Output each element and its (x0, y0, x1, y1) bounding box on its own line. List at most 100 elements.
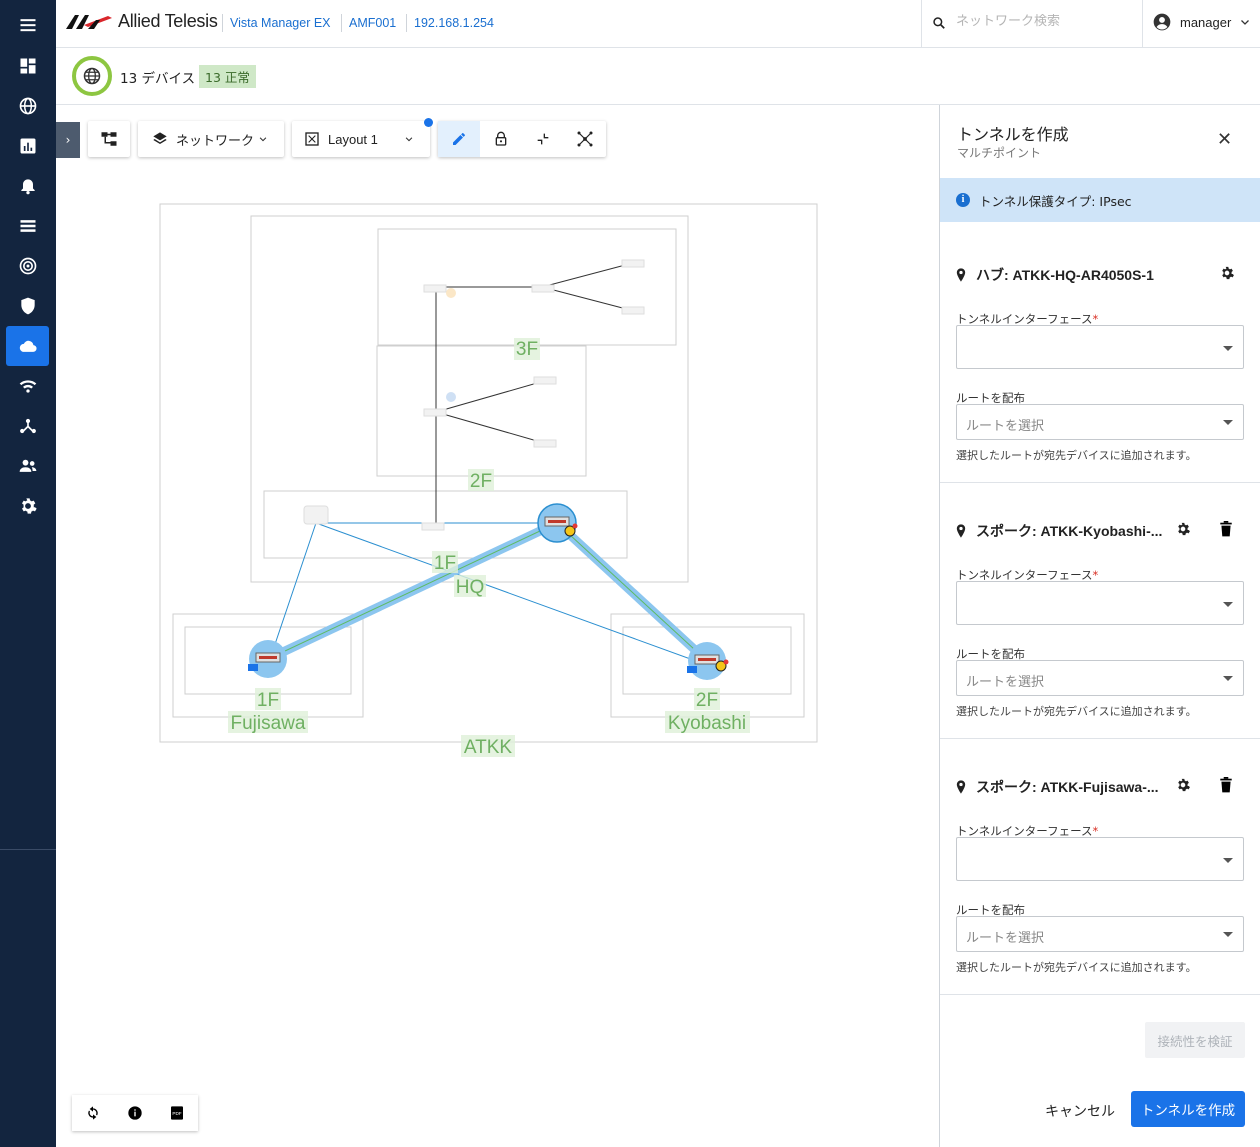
info-icon[interactable] (127, 1105, 143, 1121)
caret-down-icon (1223, 346, 1233, 351)
label-1f-hq: 1F (434, 553, 456, 574)
zone-labels: 3F 2F 1F HQ 1F Fujisawa 2F Kyobashi ATKK (228, 338, 750, 758)
gear-icon[interactable] (1175, 777, 1191, 793)
hub-title: ハブ: ATKK-HQ-AR4050S-1 (976, 267, 1154, 283)
topology-icon[interactable] (6, 406, 49, 446)
brand-name: Allied Telesis (118, 11, 218, 31)
tunnel-hq-fujisawa-line (267, 522, 558, 660)
breadcrumb-ip[interactable]: 192.168.1.254 (414, 16, 494, 30)
edit-mode-button[interactable] (438, 121, 480, 157)
collapse-icon (537, 133, 549, 145)
info-banner-text: トンネル保護タイプ: IPsec (979, 193, 1132, 209)
spoke-heading: スポーク: ATKK-Kyobashi-... (956, 521, 1162, 541)
network-layer-label: ネットワーク (176, 133, 255, 149)
cloud-icon[interactable] (6, 326, 49, 366)
refresh-icon[interactable] (85, 1105, 101, 1121)
svg-text:PDF: PDF (172, 1111, 181, 1116)
spoke-section-fujisawa: スポーク: ATKK-Fujisawa-... トンネルインターフェース* ルー… (940, 739, 1260, 995)
hierarchy-icon (101, 132, 117, 146)
topology-canvas[interactable]: 3F 2F 1F HQ 1F Fujisawa 2F Kyobashi ATKK… (56, 105, 939, 1147)
collapse-button[interactable] (522, 131, 564, 147)
location-pin-icon (956, 780, 966, 794)
layers-icon (153, 132, 167, 144)
globe-icon[interactable] (6, 86, 49, 126)
search-input[interactable] (956, 14, 1136, 29)
gear-icon[interactable] (1175, 521, 1191, 537)
dashboard-icon[interactable] (6, 46, 49, 86)
device-hq-router[interactable] (537, 503, 578, 543)
breadcrumb-separator (222, 14, 223, 32)
route-placeholder: ルートを選択 (966, 675, 1045, 690)
close-icon[interactable]: ✕ (1217, 129, 1232, 150)
chevron-right-icon: › (65, 133, 71, 147)
network-layer-dropdown[interactable]: ネットワーク (138, 121, 284, 157)
radar-icon[interactable] (6, 246, 49, 286)
hierarchy-button[interactable] (88, 121, 130, 157)
breadcrumb-amf[interactable]: AMF001 (349, 16, 396, 30)
hub-section: ハブ: ATKK-HQ-AR4050S-1 トンネルインターフェース* ルートを… (940, 227, 1260, 483)
topology-map: 3F 2F 1F HQ 1F Fujisawa 2F Kyobashi ATKK (159, 203, 818, 758)
tunnel-interface-select[interactable] (956, 325, 1244, 369)
left-nav-rail (0, 0, 56, 1147)
link-2f[interactable] (435, 380, 545, 444)
caret-down-icon (1223, 420, 1233, 425)
route-select[interactable]: ルートを選択 (956, 404, 1244, 440)
zone-hq-2f[interactable] (376, 345, 587, 477)
lock-button[interactable] (480, 131, 522, 147)
info-banner: i トンネル保護タイプ: IPsec (940, 178, 1260, 222)
trash-icon[interactable] (1219, 777, 1233, 793)
pdf-icon[interactable]: PDF (169, 1105, 185, 1121)
link-backbone[interactable] (435, 287, 556, 524)
faded-warning-icon (446, 288, 456, 298)
label-atkk: ATKK (464, 737, 513, 758)
zone-hq[interactable] (250, 215, 689, 583)
auto-arrange-button[interactable] (564, 130, 606, 148)
account-icon (1153, 13, 1171, 31)
breadcrumb-product[interactable]: Vista Manager EX (230, 16, 331, 30)
chart-icon[interactable] (6, 126, 49, 166)
allied-telesis-logo-icon (66, 14, 112, 29)
spoke-heading: スポーク: ATKK-Fujisawa-... (956, 777, 1159, 797)
users-icon[interactable] (6, 446, 49, 486)
spoke-title: スポーク: ATKK-Fujisawa-... (976, 779, 1159, 795)
shield-icon[interactable] (6, 286, 49, 326)
location-pin-icon (956, 268, 966, 282)
panel-subtitle: マルチポイント (957, 146, 1042, 160)
device-fujisawa-router[interactable] (248, 640, 287, 678)
wifi-icon[interactable] (6, 366, 49, 406)
tunnel-interface-select[interactable] (956, 581, 1244, 625)
status-bar: 13 デバイス 13 正常 (56, 48, 1260, 105)
settings-icon[interactable] (6, 486, 49, 526)
route-select[interactable]: ルートを選択 (956, 916, 1244, 952)
chevron-down-icon (405, 137, 413, 142)
label-hq: HQ (456, 577, 485, 598)
route-placeholder: ルートを選択 (966, 419, 1045, 434)
chevron-down-icon (1241, 20, 1250, 25)
cancel-button[interactable]: キャンセル (1040, 1093, 1120, 1129)
faded-ap-icon (446, 392, 456, 402)
route-select[interactable]: ルートを選択 (956, 660, 1244, 696)
gear-icon[interactable] (1219, 265, 1235, 281)
verify-connectivity-button[interactable]: 接続性を検証 (1145, 1022, 1245, 1058)
trash-icon[interactable] (1219, 521, 1233, 537)
alarm-icon[interactable] (6, 166, 49, 206)
search-icon (933, 17, 945, 29)
top-header: Allied Telesis Vista Manager EX AMF001 1… (56, 0, 1260, 48)
create-tunnel-button[interactable]: トンネルを作成 (1131, 1091, 1245, 1127)
route-helper-text: 選択したルートが宛先デバイスに追加されます。 (956, 961, 1197, 974)
location-pin-icon (956, 524, 966, 538)
bottom-toolbar: PDF (72, 1095, 198, 1131)
caret-down-icon (1223, 602, 1233, 607)
brand-logo[interactable]: Allied Telesis (66, 11, 218, 32)
route-helper-text: 選択したルートが宛先デバイスに追加されます。 (956, 449, 1197, 462)
menu-icon[interactable] (6, 5, 49, 45)
list-icon[interactable] (6, 206, 49, 246)
caret-down-icon (1223, 932, 1233, 937)
expand-sidebar-button[interactable]: › (56, 122, 80, 158)
user-menu[interactable]: manager (1152, 12, 1251, 32)
tunnel-interface-select[interactable] (956, 837, 1244, 881)
rail-divider (0, 849, 56, 850)
layout-dropdown[interactable]: Layout 1 (292, 121, 430, 157)
network-health-ring[interactable] (72, 56, 112, 96)
link-wireless-controller[interactable] (269, 522, 708, 666)
